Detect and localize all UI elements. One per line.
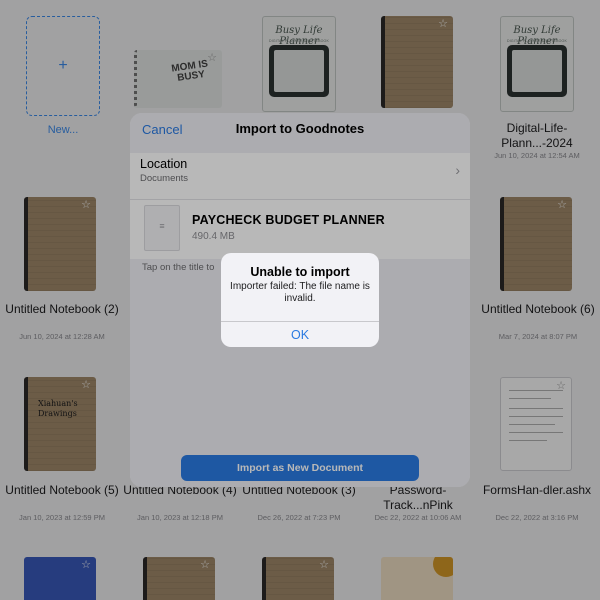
sheet-header: Cancel Import to Goodnotes [130, 113, 470, 145]
error-alert: Unable to import Importer failed: The fi… [221, 253, 379, 347]
alert-message: Importer failed: The file name is invali… [230, 281, 370, 304]
ok-button[interactable]: OK [221, 322, 379, 347]
import-as-new-document-button[interactable]: Import as New Document [181, 455, 419, 481]
file-row: ≡ PAYCHECK BUDGET PLANNER 490.4 MB [130, 199, 470, 259]
chevron-right-icon: › [455, 162, 460, 178]
location-row[interactable]: Location Documents › [130, 153, 470, 199]
file-size: 490.4 MB [192, 231, 235, 242]
location-label: Location [140, 157, 188, 171]
alert-title: Unable to import [250, 265, 350, 279]
file-icon: ≡ [144, 205, 180, 251]
location-value: Documents [140, 173, 189, 184]
rename-hint: Tap on the title to [142, 262, 215, 273]
file-name[interactable]: PAYCHECK BUDGET PLANNER [192, 213, 385, 227]
sheet-title: Import to Goodnotes [235, 121, 365, 136]
